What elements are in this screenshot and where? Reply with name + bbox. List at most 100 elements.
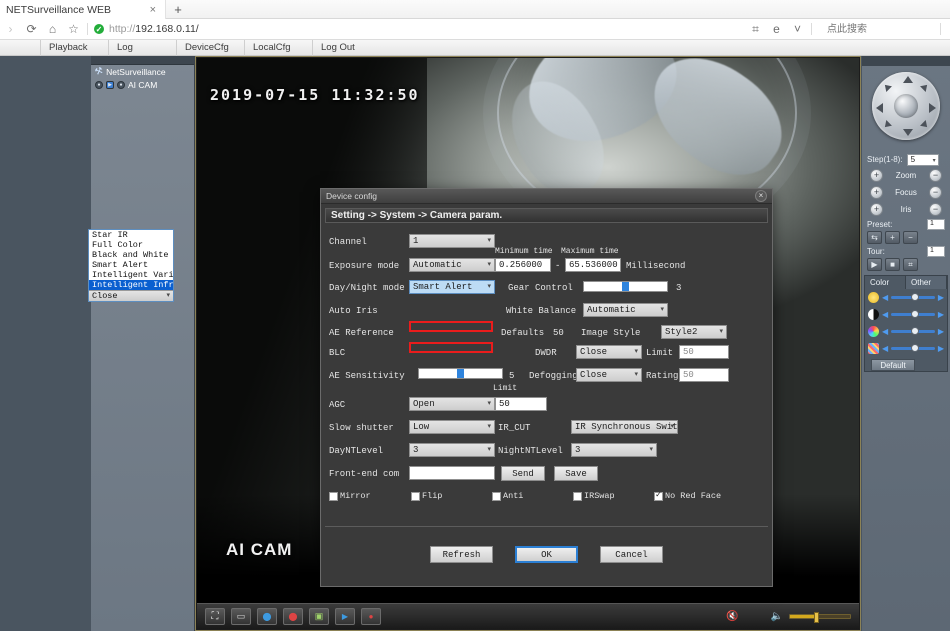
contrast-decrease-icon[interactable]: ◀ bbox=[882, 310, 888, 319]
saturation-knob[interactable] bbox=[911, 327, 919, 335]
brightness-decrease-icon[interactable]: ◀ bbox=[882, 293, 888, 302]
address-bar[interactable]: ✓ http://192.168.0.11/ bbox=[91, 19, 745, 40]
tour-input[interactable]: 1 bbox=[927, 246, 945, 257]
start-record-icon[interactable]: ⬤ bbox=[257, 608, 277, 625]
grid-icon[interactable]: ⌗ bbox=[745, 19, 766, 40]
minimum-time-input[interactable]: 0.256000 bbox=[495, 258, 551, 272]
speaker-icon[interactable]: 🔈 bbox=[771, 611, 783, 622]
nav-item-localcfg[interactable]: LocalCfg bbox=[244, 40, 312, 56]
flip-checkbox[interactable]: Flip bbox=[411, 491, 442, 501]
hue-decrease-icon[interactable]: ◀ bbox=[882, 344, 888, 353]
send-button[interactable]: Send bbox=[501, 466, 545, 481]
brightness-increase-icon[interactable]: ▶ bbox=[938, 293, 944, 302]
gear-control-knob[interactable] bbox=[622, 282, 629, 291]
ptz-left-icon[interactable] bbox=[876, 103, 883, 113]
preset-add-button[interactable]: + bbox=[885, 231, 900, 244]
flip-checkbox-box[interactable] bbox=[411, 492, 420, 501]
tour-stop-button[interactable]: ■ bbox=[885, 258, 900, 271]
tree-item-ai-cam[interactable]: ● ▶ ● AI CAM bbox=[91, 78, 194, 91]
frontend-com-input[interactable] bbox=[409, 466, 495, 480]
ptz-step-select[interactable]: 5 ▾ bbox=[907, 154, 939, 166]
start-talk-icon[interactable]: ▶ bbox=[335, 608, 355, 625]
preset-input[interactable]: 1 bbox=[927, 219, 945, 230]
snapshot-icon[interactable]: ▣ bbox=[309, 608, 329, 625]
no-red-face-checkbox-box[interactable]: ✓ bbox=[654, 492, 663, 501]
ae-sensitivity-knob[interactable] bbox=[457, 369, 464, 378]
browser-tab[interactable]: NETSurveillance WEB × bbox=[0, 0, 166, 19]
anti-checkbox[interactable]: Anti bbox=[492, 491, 523, 501]
stop-talk-icon[interactable]: ● bbox=[361, 608, 381, 625]
bookmark-star-icon[interactable]: ☆ bbox=[63, 19, 84, 40]
zoom-out-button[interactable]: − bbox=[929, 169, 942, 182]
contrast-slider[interactable] bbox=[891, 313, 935, 316]
fullscreen-icon[interactable]: ⛶ bbox=[205, 608, 225, 625]
ptz-down-left-icon[interactable] bbox=[882, 120, 892, 130]
tour-start-button[interactable]: ▶ bbox=[867, 258, 882, 271]
dwdr-select[interactable]: Close ▾ bbox=[576, 345, 642, 359]
ptz-up-right-icon[interactable] bbox=[920, 82, 930, 92]
close-icon[interactable]: × bbox=[755, 190, 767, 202]
close-icon[interactable]: × bbox=[147, 4, 159, 16]
color-default-button[interactable]: Default bbox=[871, 359, 915, 371]
cancel-button[interactable]: Cancel bbox=[600, 546, 663, 563]
focus-in-button[interactable]: + bbox=[870, 186, 883, 199]
iris-open-button[interactable]: + bbox=[870, 203, 883, 216]
nav-item-logout[interactable]: Log Out bbox=[312, 40, 380, 56]
anti-checkbox-box[interactable] bbox=[492, 492, 501, 501]
image-style-select[interactable]: Style2 ▾ bbox=[661, 325, 727, 339]
iris-close-button[interactable]: − bbox=[929, 203, 942, 216]
volume-knob[interactable] bbox=[814, 612, 819, 623]
stop-record-icon[interactable]: ⬤ bbox=[283, 608, 303, 625]
exposure-mode-select[interactable]: Automatic ▾ bbox=[409, 258, 495, 272]
ie-engine-icon[interactable]: e bbox=[766, 19, 787, 40]
ptz-up-left-icon[interactable] bbox=[882, 82, 892, 92]
dropdown-option-black-and-white[interactable]: Black and White m bbox=[89, 250, 173, 260]
save-button[interactable]: Save bbox=[554, 466, 598, 481]
ae-sensitivity-slider[interactable] bbox=[418, 368, 503, 379]
saturation-decrease-icon[interactable]: ◀ bbox=[882, 327, 888, 336]
single-view-icon[interactable]: ▭ bbox=[231, 608, 251, 625]
contrast-knob[interactable] bbox=[911, 310, 919, 318]
ok-button[interactable]: OK bbox=[515, 546, 578, 563]
chevron-down-icon[interactable]: ˅ bbox=[787, 19, 808, 40]
daynight-mode-select[interactable]: Smart Alert ▾ bbox=[409, 280, 495, 294]
reload-icon[interactable]: ⟳ bbox=[21, 19, 42, 40]
contrast-increase-icon[interactable]: ▶ bbox=[938, 310, 944, 319]
maximum-time-input[interactable]: 65.536000 bbox=[565, 258, 621, 272]
tour-setup-button[interactable]: ⌗ bbox=[903, 258, 918, 271]
brightness-slider[interactable] bbox=[891, 296, 935, 299]
back-icon[interactable]: › bbox=[0, 19, 21, 40]
hue-increase-icon[interactable]: ▶ bbox=[938, 344, 944, 353]
dialog-title-bar[interactable]: Device config × bbox=[321, 189, 772, 204]
dropdown-option-full-color[interactable]: Full Color bbox=[89, 240, 173, 250]
ptz-up-icon[interactable] bbox=[903, 76, 913, 83]
ptz-down-icon[interactable] bbox=[903, 129, 913, 136]
defogging-select[interactable]: Close ▾ bbox=[576, 368, 642, 382]
new-tab-button[interactable]: + bbox=[170, 2, 186, 17]
dwdr-limit-input[interactable]: 50 bbox=[679, 345, 729, 359]
refresh-button[interactable]: Refresh bbox=[430, 546, 493, 563]
dropdown-closed-row[interactable]: Close ▾ bbox=[89, 290, 173, 301]
daynight-mode-dropdown-list[interactable]: Star IR Full Color Black and White m Sma… bbox=[88, 229, 174, 302]
dropdown-option-star-ir[interactable]: Star IR bbox=[89, 230, 173, 240]
zoom-in-button[interactable]: + bbox=[870, 169, 883, 182]
irswap-checkbox-box[interactable] bbox=[573, 492, 582, 501]
dropdown-option-intelligent-infrared[interactable]: Intelligent Infr bbox=[89, 280, 173, 290]
channel-select[interactable]: 1 ▾ bbox=[409, 234, 495, 248]
mute-icon[interactable]: 🔇 bbox=[726, 611, 738, 622]
ptz-down-right-icon[interactable] bbox=[920, 120, 930, 130]
white-balance-select[interactable]: Automatic ▾ bbox=[583, 303, 668, 317]
daynt-level-select[interactable]: 3 ▾ bbox=[409, 443, 495, 457]
nav-item-playback[interactable]: Playback bbox=[40, 40, 108, 56]
ptz-direction-pad[interactable] bbox=[872, 72, 940, 140]
mirror-checkbox[interactable]: Mirror bbox=[329, 491, 371, 501]
nav-item-log[interactable]: Log bbox=[108, 40, 176, 56]
home-icon[interactable]: ⌂ bbox=[42, 19, 63, 40]
agc-limit-input[interactable]: 50 bbox=[495, 397, 547, 411]
ptz-center-button[interactable] bbox=[894, 94, 918, 118]
preset-goto-button[interactable]: ⇆ bbox=[867, 231, 882, 244]
device-disconnect-icon[interactable]: ● bbox=[95, 81, 103, 89]
agc-select[interactable]: Open ▾ bbox=[409, 397, 495, 411]
focus-out-button[interactable]: − bbox=[929, 186, 942, 199]
saturation-increase-icon[interactable]: ▶ bbox=[938, 327, 944, 336]
